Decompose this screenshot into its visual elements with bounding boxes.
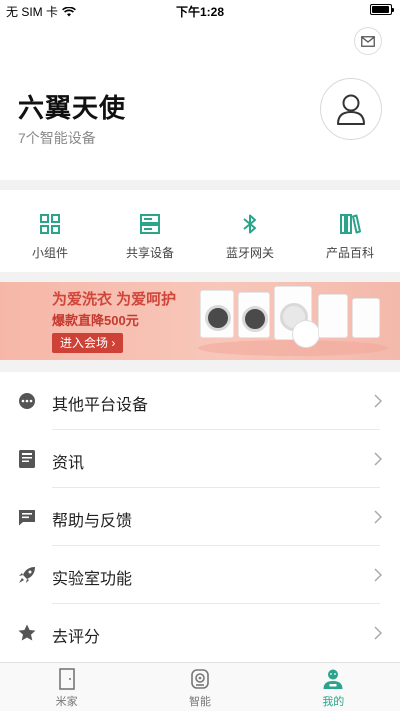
menu-item-label: 实验室功能 [52, 571, 133, 588]
chevron-right-icon [374, 568, 382, 582]
shortcut-bluetooth-gateway[interactable]: 蓝牙网关 [200, 190, 300, 272]
status-time: 下午1:28 [175, 5, 225, 19]
device-count: 7个智能设备 [18, 130, 96, 146]
books-icon [340, 214, 361, 234]
tab-home[interactable]: 米家 [0, 663, 133, 711]
promo-banner[interactable]: 为爱洗衣 为爱呵护 爆款直降500元 进入会场 › [0, 282, 400, 360]
bottom-tab-bar: 米家 智能 我的 [0, 662, 400, 711]
banner-enter-button[interactable]: 进入会场 › [52, 333, 124, 353]
robot-icon [191, 669, 209, 689]
shortcut-label: 共享设备 [125, 246, 174, 260]
menu-item-label: 资讯 [52, 455, 85, 472]
settings-menu: 其他平台设备 资讯 帮助与反馈 实验室功能 去评分 [0, 372, 400, 662]
shortcut-label: 产品百科 [325, 246, 374, 260]
menu-item-other-platforms[interactable]: 其他平台设备 [0, 372, 400, 430]
chevron-right-icon [374, 626, 382, 640]
user-avatar-icon [337, 94, 365, 125]
menu-item-news[interactable]: 资讯 [0, 430, 400, 488]
profile-icon [323, 669, 343, 689]
section-divider [0, 180, 400, 190]
chevron-right-icon [374, 452, 382, 466]
profile-header[interactable]: 六翼天使 7个智能设备 [0, 60, 400, 180]
feedback-icon [19, 509, 35, 525]
bluetooth-icon [243, 214, 256, 234]
rocket-icon [19, 567, 35, 583]
battery-level [372, 6, 390, 13]
shortcut-product-wiki[interactable]: 产品百科 [300, 190, 400, 272]
user-name: 六翼天使 [18, 93, 127, 123]
tab-smart[interactable]: 智能 [133, 663, 266, 711]
tab-mine[interactable]: 我的 [267, 663, 400, 711]
shortcut-label: 蓝牙网关 [225, 246, 274, 260]
chevron-right-icon [374, 510, 382, 524]
shortcut-share-device[interactable]: 共享设备 [100, 190, 200, 272]
chevron-right-icon [374, 394, 382, 408]
share-device-icon [140, 214, 160, 234]
news-icon [19, 450, 35, 468]
status-bar: 无 SIM 卡 下午1:28 [0, 0, 400, 20]
star-icon [18, 624, 36, 641]
tab-label: 智能 [188, 696, 211, 708]
tab-label: 我的 [322, 696, 345, 708]
menu-item-label: 其他平台设备 [52, 397, 149, 414]
shortcut-widget[interactable]: 小组件 [0, 190, 100, 272]
battery-icon [370, 4, 394, 15]
mail-icon [361, 35, 375, 47]
menu-item-label: 帮助与反馈 [52, 513, 133, 530]
washing-machine-illustration [180, 282, 400, 360]
section-divider [0, 272, 400, 282]
menu-item-rate[interactable]: 去评分 [0, 604, 400, 662]
tab-label: 米家 [55, 696, 78, 708]
door-icon [58, 668, 75, 690]
shortcut-grid: 小组件 共享设备 蓝牙网关 产品百科 [0, 190, 400, 272]
more-dots-icon [19, 393, 35, 409]
message-button[interactable] [354, 27, 382, 55]
section-divider [0, 360, 400, 372]
banner-title: 为爱洗衣 为爱呵护 [52, 291, 177, 308]
menu-item-lab-features[interactable]: 实验室功能 [0, 546, 400, 604]
avatar[interactable] [320, 78, 382, 140]
menu-item-help-feedback[interactable]: 帮助与反馈 [0, 488, 400, 546]
widget-icon [40, 214, 60, 234]
banner-subtitle: 爆款直降500元 [52, 313, 139, 328]
menu-item-label: 去评分 [52, 629, 101, 646]
shortcut-label: 小组件 [31, 246, 68, 260]
